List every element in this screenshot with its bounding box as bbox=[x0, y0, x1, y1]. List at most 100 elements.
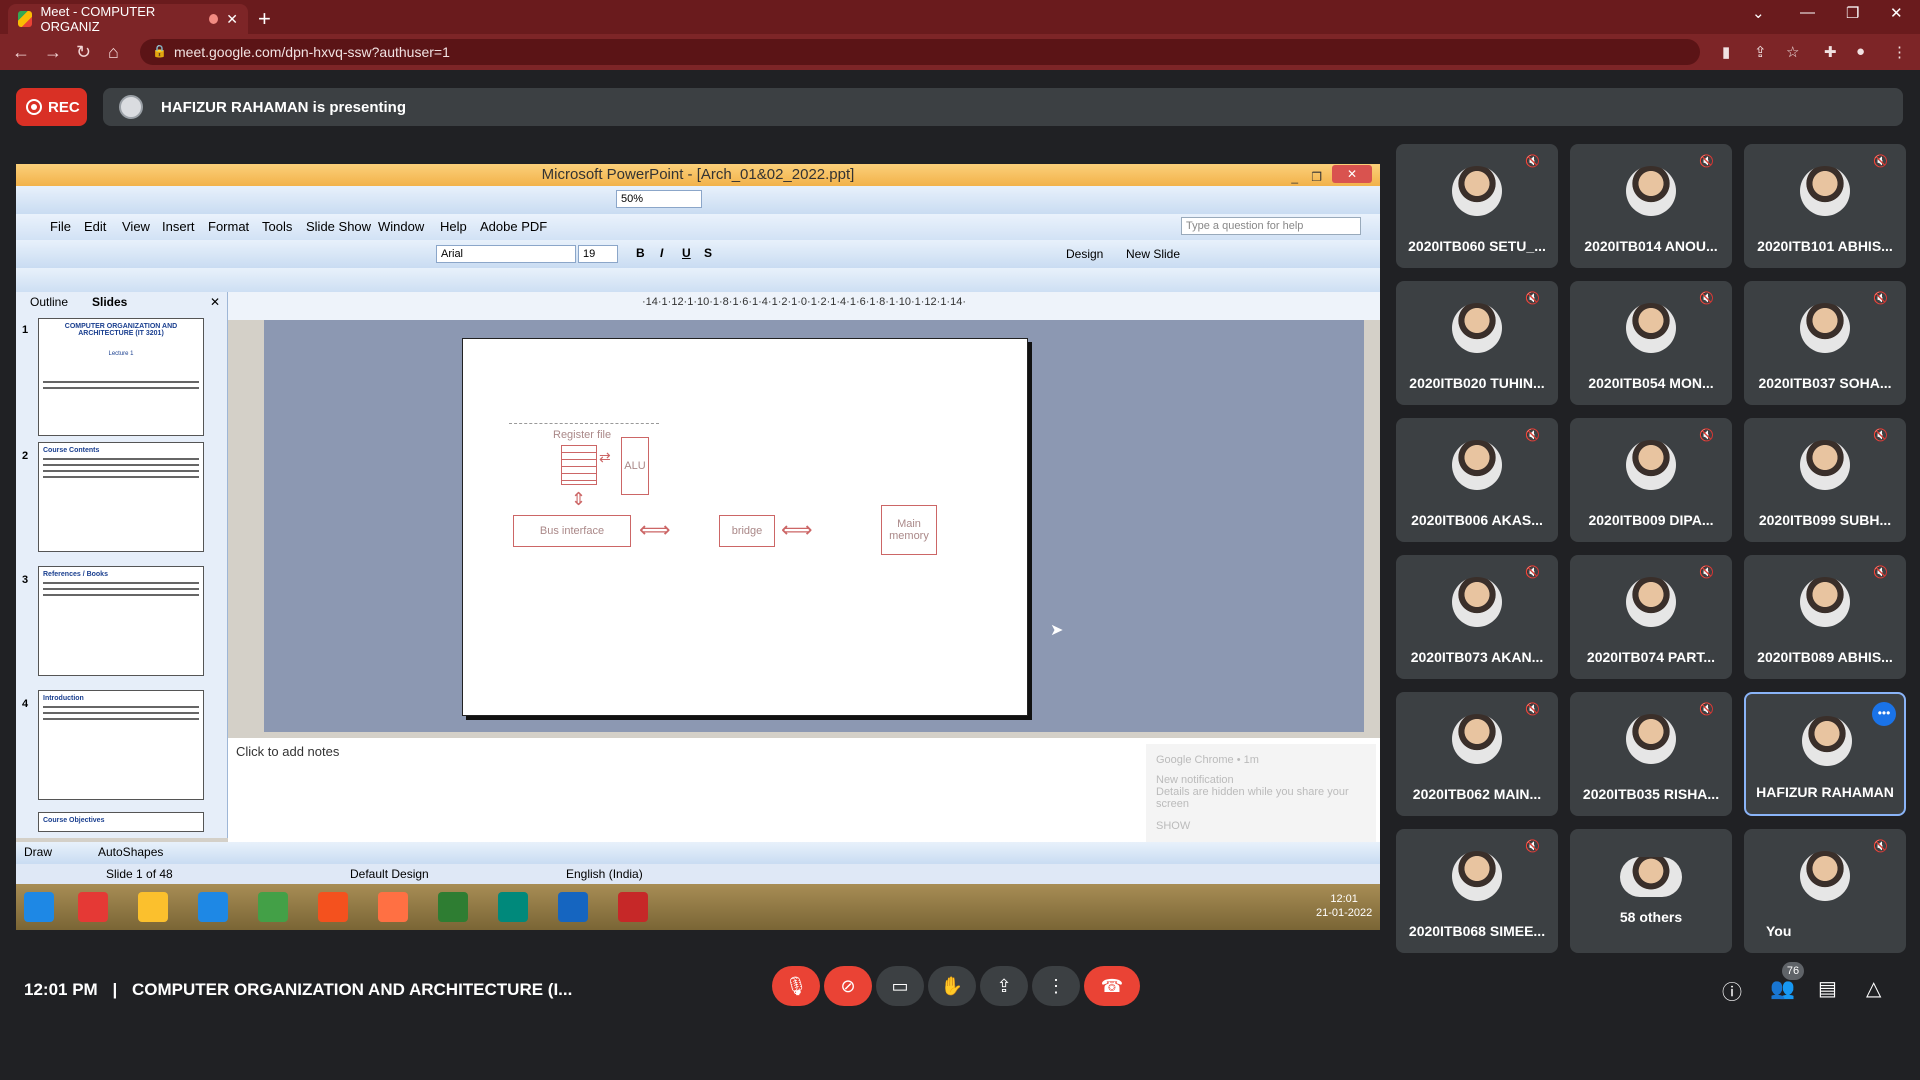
menu-insert[interactable]: Insert bbox=[162, 219, 195, 234]
firefox-icon[interactable] bbox=[378, 892, 408, 922]
participant-tile[interactable]: 🔇 2020ITB006 AKAS... bbox=[1396, 418, 1558, 542]
office-icon[interactable] bbox=[78, 892, 108, 922]
menu-window[interactable]: Window bbox=[378, 219, 424, 234]
current-slide[interactable]: Register file ALU ⇄ ⇕ Bus interface ⟺ br… bbox=[462, 338, 1028, 716]
tab-slides[interactable]: Slides bbox=[92, 295, 127, 309]
home-icon[interactable]: ⌂ bbox=[108, 42, 119, 63]
captions-button[interactable]: ▭ bbox=[876, 966, 924, 1006]
menu-file[interactable]: File bbox=[50, 219, 71, 234]
file-explorer-icon[interactable] bbox=[138, 892, 168, 922]
store-icon[interactable] bbox=[498, 892, 528, 922]
participant-tile[interactable]: 🔇 2020ITB035 RISHA... bbox=[1570, 692, 1732, 816]
participant-tile[interactable]: 🔇 2020ITB099 SUBH... bbox=[1744, 418, 1906, 542]
participant-tile[interactable]: 🔇 2020ITB054 MON... bbox=[1570, 281, 1732, 405]
participant-tile[interactable]: 🔇 2020ITB009 DIPA... bbox=[1570, 418, 1732, 542]
italic-icon[interactable]: I bbox=[660, 246, 663, 260]
slide-thumbnail[interactable]: Introduction bbox=[38, 690, 204, 800]
more-options-button[interactable]: ⋮ bbox=[1032, 966, 1080, 1006]
activities-icon[interactable]: △ bbox=[1866, 976, 1881, 1001]
slide-thumbnail[interactable]: Course Contents bbox=[38, 442, 204, 552]
participant-tile[interactable]: 🔇 2020ITB089 ABHIS... bbox=[1744, 555, 1906, 679]
tab-search-icon[interactable]: ⌄ bbox=[1752, 4, 1765, 22]
design-button[interactable]: Design bbox=[1066, 247, 1103, 261]
acrobat-icon[interactable] bbox=[618, 892, 648, 922]
participant-tile[interactable]: ••• HAFIZUR RAHAMAN bbox=[1744, 692, 1906, 816]
share-icon[interactable]: ⇪ bbox=[1754, 43, 1767, 61]
presenting-text: HAFIZUR RAHAMAN is presenting bbox=[161, 98, 407, 116]
restore-icon[interactable]: ❐ bbox=[1846, 4, 1859, 22]
participant-tile[interactable]: 🔇 2020ITB074 PART... bbox=[1570, 555, 1732, 679]
present-now-button[interactable]: ⇪ bbox=[980, 966, 1028, 1006]
font-select[interactable]: Arial bbox=[436, 245, 576, 263]
new-tab-icon[interactable]: + bbox=[258, 6, 271, 32]
pp-minimize-icon[interactable]: _ bbox=[1291, 166, 1298, 188]
menu-format[interactable]: Format bbox=[208, 219, 249, 234]
tab-outline[interactable]: Outline bbox=[30, 295, 68, 309]
close-pane-icon[interactable]: ✕ bbox=[210, 295, 220, 309]
minimize-icon[interactable]: — bbox=[1800, 4, 1815, 21]
leave-call-button[interactable]: ☎ bbox=[1084, 966, 1140, 1006]
participant-tile[interactable]: 🔇 2020ITB020 TUHIN... bbox=[1396, 281, 1558, 405]
camera-icon[interactable]: ▮ bbox=[1722, 43, 1730, 61]
help-question-input[interactable]: Type a question for help bbox=[1181, 217, 1361, 235]
pp-close-icon[interactable]: ✕ bbox=[1332, 165, 1372, 183]
profile-avatar[interactable]: ● bbox=[1856, 43, 1865, 60]
reload-icon[interactable]: ↻ bbox=[76, 42, 91, 63]
microphone-off-button[interactable]: 🎙 bbox=[772, 966, 820, 1006]
font-size-select[interactable]: 19 bbox=[578, 245, 618, 263]
slide-thumbnail[interactable]: Course Objectives bbox=[38, 812, 204, 832]
close-tab-icon[interactable]: ✕ bbox=[226, 11, 238, 28]
extensions-icon[interactable]: ✚ bbox=[1824, 43, 1837, 61]
thumb-number: 4 bbox=[22, 698, 29, 710]
url-field[interactable]: 🔒 meet.google.com/dpn-hxvq-ssw?authuser=… bbox=[140, 39, 1700, 65]
menu-kebab-icon[interactable]: ⋮ bbox=[1892, 43, 1907, 61]
draw-menu[interactable]: Draw bbox=[24, 845, 52, 859]
menu-edit[interactable]: Edit bbox=[84, 219, 106, 234]
browser-tab[interactable]: Meet - COMPUTER ORGANIZ ✕ bbox=[8, 4, 248, 34]
zoom-select[interactable]: 50% bbox=[616, 190, 702, 208]
menu-slide-show[interactable]: Slide Show bbox=[306, 219, 371, 234]
slide-thumbnail[interactable]: COMPUTER ORGANIZATION AND ARCHITECTURE (… bbox=[38, 318, 204, 436]
powerpoint-icon[interactable] bbox=[318, 892, 348, 922]
muted-mic-icon: 🔇 bbox=[1525, 154, 1540, 168]
new-slide-button[interactable]: New Slide bbox=[1126, 247, 1180, 261]
menu-tools[interactable]: Tools bbox=[262, 219, 292, 234]
bookmark-star-icon[interactable]: ☆ bbox=[1786, 43, 1799, 61]
recording-indicator[interactable]: REC bbox=[16, 88, 87, 126]
close-window-icon[interactable]: ✕ bbox=[1890, 4, 1903, 22]
forward-icon[interactable]: → bbox=[44, 42, 62, 63]
participant-tile[interactable]: 🔇 2020ITB014 ANOU... bbox=[1570, 144, 1732, 268]
start-icon[interactable] bbox=[24, 892, 54, 922]
participant-tile[interactable]: 58 others bbox=[1570, 829, 1732, 953]
bold-icon[interactable]: B bbox=[636, 246, 645, 260]
internet-explorer-icon[interactable] bbox=[198, 892, 228, 922]
back-icon[interactable]: ← bbox=[12, 42, 30, 63]
participant-tile[interactable]: 🔇 2020ITB060 SETU_... bbox=[1396, 144, 1558, 268]
menu-view[interactable]: View bbox=[122, 219, 150, 234]
menu-help[interactable]: Help bbox=[440, 219, 467, 234]
tile-options-icon[interactable]: ••• bbox=[1872, 702, 1896, 726]
slide-thumbnail[interactable]: References / Books bbox=[38, 566, 204, 676]
raise-hand-button[interactable]: ✋ bbox=[928, 966, 976, 1006]
participant-tile[interactable]: 🔇 2020ITB073 AKAN... bbox=[1396, 555, 1558, 679]
notification-show-button[interactable]: SHOW bbox=[1156, 820, 1366, 832]
word-icon[interactable] bbox=[558, 892, 588, 922]
avatar bbox=[1452, 166, 1502, 216]
participant-tile[interactable]: 🔇 2020ITB101 ABHIS... bbox=[1744, 144, 1906, 268]
menu-adobe-pdf[interactable]: Adobe PDF bbox=[480, 219, 547, 234]
shadow-icon[interactable]: S bbox=[704, 246, 712, 260]
thumb-title: Course Contents bbox=[43, 447, 100, 454]
excel-icon[interactable] bbox=[438, 892, 468, 922]
meeting-info-icon[interactable]: ⓘ bbox=[1722, 976, 1742, 1005]
participant-tile[interactable]: 🔇 2020ITB068 SIMEE... bbox=[1396, 829, 1558, 953]
pp-restore-icon[interactable]: ❐ bbox=[1311, 166, 1322, 188]
chat-icon[interactable]: ▤ bbox=[1818, 976, 1837, 1001]
underline-icon[interactable]: U bbox=[682, 246, 691, 260]
participant-tile[interactable]: 🔇 2020ITB037 SOHA... bbox=[1744, 281, 1906, 405]
autoshapes-menu[interactable]: AutoShapes bbox=[98, 845, 163, 859]
thumb-title: References / Books bbox=[43, 571, 108, 578]
participant-tile[interactable]: 🔇 You bbox=[1744, 829, 1906, 953]
chrome-icon[interactable] bbox=[258, 892, 288, 922]
participant-tile[interactable]: 🔇 2020ITB062 MAIN... bbox=[1396, 692, 1558, 816]
camera-off-button[interactable]: ⊘ bbox=[824, 966, 872, 1006]
